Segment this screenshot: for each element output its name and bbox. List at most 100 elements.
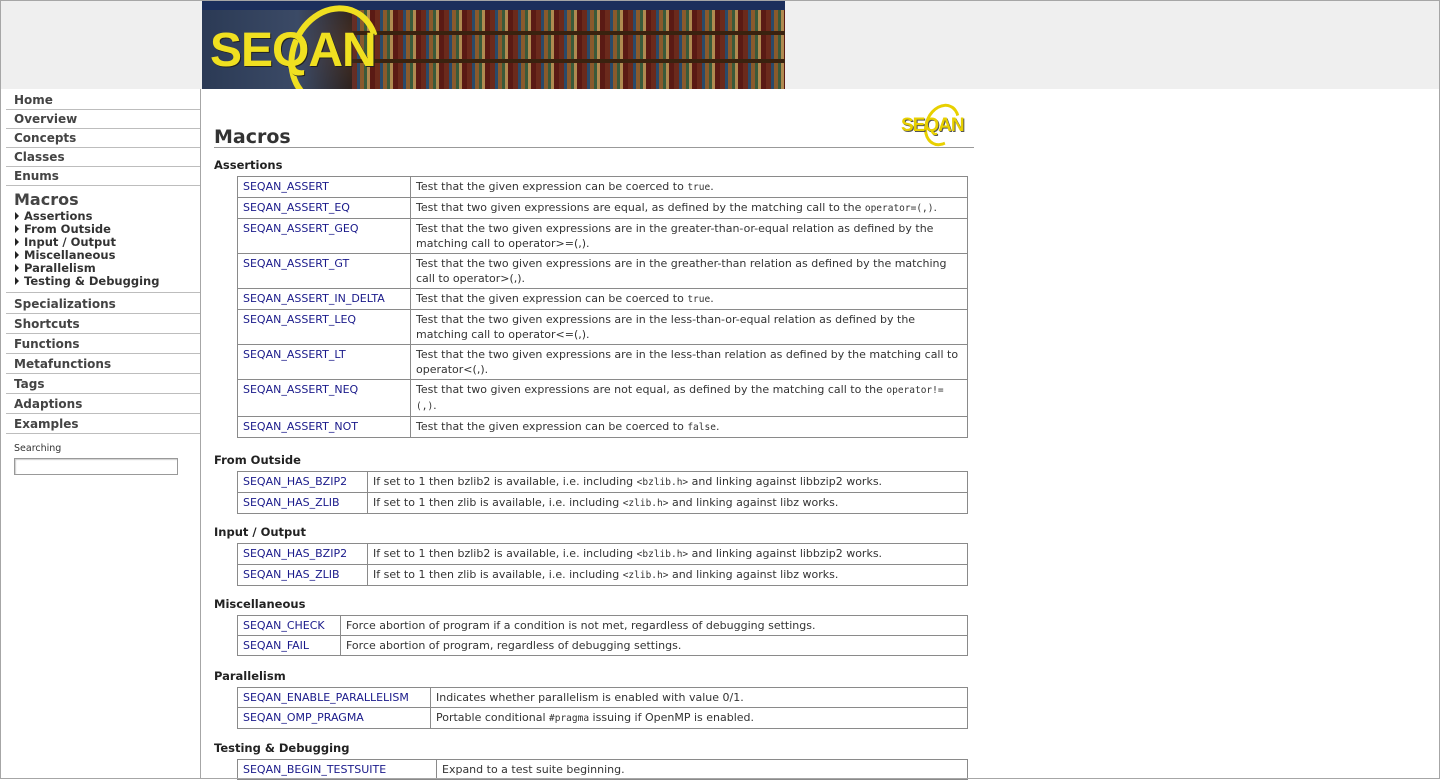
- sidebar-item-adaptions[interactable]: Adaptions: [6, 394, 200, 414]
- bookshelf-image: [352, 10, 785, 89]
- section-title: Input / Output: [214, 525, 306, 539]
- table-row: SEQAN_CHECK Force abortion of program if …: [237, 615, 968, 636]
- sidebar-item-classes[interactable]: Classes: [6, 148, 200, 167]
- sidebar-divider: [200, 89, 201, 779]
- sidebar-item-overview[interactable]: Overview: [6, 110, 200, 129]
- macro-description: Test that two given expressions are not …: [410, 379, 968, 417]
- macro-description: If set to 1 then bzlib2 is available, i.…: [367, 543, 968, 565]
- macro-name-link[interactable]: SEQAN_ASSERT_EQ: [237, 197, 411, 219]
- macro-name-link[interactable]: SEQAN_OMP_PRAGMA: [237, 707, 431, 729]
- sidebar-item-tags[interactable]: Tags: [6, 374, 200, 394]
- macro-description: Indicates whether parallelism is enabled…: [430, 687, 968, 708]
- macro-name-link[interactable]: SEQAN_ASSERT_NOT: [237, 416, 411, 438]
- table-row: SEQAN_ASSERT_EQ Test that two given expre…: [237, 197, 968, 219]
- seqan-corner-logo: SEQAN: [900, 97, 972, 153]
- macro-description: If set to 1 then zlib is available, i.e.…: [367, 564, 968, 586]
- macro-name-link[interactable]: SEQAN_ASSERT_GEQ: [237, 218, 411, 254]
- macro-table: SEQAN_ASSERT Test that the given expressi…: [237, 176, 968, 438]
- macro-name-link[interactable]: SEQAN_HAS_BZIP2: [237, 471, 368, 493]
- table-row: SEQAN_HAS_BZIP2 If set to 1 then bzlib2 i…: [237, 471, 968, 493]
- sub-item-label: Assertions: [24, 209, 93, 223]
- macro-name-link[interactable]: SEQAN_ASSERT: [237, 176, 411, 198]
- macro-table: SEQAN_BEGIN_TESTSUITE Expand to a test su…: [237, 759, 968, 780]
- macro-description: Test that the two given expressions are …: [410, 309, 968, 345]
- macro-name-link[interactable]: SEQAN_FAIL: [237, 635, 341, 656]
- macro-description: Force abortion of program if a condition…: [340, 615, 968, 636]
- macro-description: Test that the given expression can be co…: [410, 288, 968, 310]
- table-row: SEQAN_ASSERT_IN_DELTA Test that the given…: [237, 288, 968, 310]
- macro-description: Test that the two given expressions are …: [410, 344, 968, 380]
- title-divider: [214, 147, 974, 148]
- macro-table: SEQAN_CHECK Force abortion of program if …: [237, 615, 968, 656]
- sub-item-label: Miscellaneous: [24, 248, 116, 262]
- section-title: From Outside: [214, 453, 301, 467]
- triangle-right-icon: [15, 225, 19, 233]
- table-row: SEQAN_HAS_BZIP2 If set to 1 then bzlib2 i…: [237, 543, 968, 565]
- macro-name-link[interactable]: SEQAN_ENABLE_PARALLELISM: [237, 687, 431, 708]
- banner-image: SEQAN: [202, 1, 785, 89]
- section-title: Miscellaneous: [214, 597, 306, 611]
- sidebar-item-enums[interactable]: Enums: [6, 167, 200, 186]
- triangle-right-icon: [15, 277, 19, 285]
- sidebar-sub-item-testing-debugging[interactable]: Testing & Debugging: [15, 275, 200, 288]
- seqan-logo[interactable]: SEQAN: [210, 23, 377, 78]
- triangle-right-icon: [15, 212, 19, 220]
- sidebar-item-concepts[interactable]: Concepts: [6, 129, 200, 148]
- macro-name-link[interactable]: SEQAN_ASSERT_IN_DELTA: [237, 288, 411, 310]
- shelf-divider: [352, 31, 785, 35]
- macro-description: Test that the two given expressions are …: [410, 253, 968, 289]
- banner-stripe: [202, 1, 785, 10]
- sidebar-item-macros-active[interactable]: Macros: [6, 186, 200, 210]
- macro-description: If set to 1 then bzlib2 is available, i.…: [367, 471, 968, 493]
- macro-description: If set to 1 then zlib is available, i.e.…: [367, 492, 968, 514]
- sidebar-item-metafunctions[interactable]: Metafunctions: [6, 354, 200, 374]
- header-bar: SEQAN: [1, 1, 1439, 89]
- table-row: SEQAN_BEGIN_TESTSUITE Expand to a test su…: [237, 759, 968, 780]
- table-row: SEQAN_FAIL Force abortion of program, reg…: [237, 635, 968, 656]
- page-title: Macros: [214, 126, 291, 148]
- corner-logo-text: SEQAN: [901, 115, 965, 136]
- macro-description: Test that the given expression can be co…: [410, 416, 968, 438]
- macro-name-link[interactable]: SEQAN_HAS_ZLIB: [237, 564, 368, 586]
- macro-table: SEQAN_HAS_BZIP2 If set to 1 then bzlib2 i…: [237, 471, 968, 514]
- shelf-divider: [352, 59, 785, 63]
- macro-name-link[interactable]: SEQAN_HAS_BZIP2: [237, 543, 368, 565]
- section-title: Assertions: [214, 158, 283, 172]
- sidebar-item-home[interactable]: Home: [6, 90, 200, 110]
- macro-description: Test that the given expression can be co…: [410, 176, 968, 198]
- triangle-right-icon: [15, 251, 19, 259]
- sub-item-label: Input / Output: [24, 235, 116, 249]
- triangle-right-icon: [15, 238, 19, 246]
- macro-description: Portable conditional #pragma issuing if …: [430, 707, 968, 729]
- macro-name-link[interactable]: SEQAN_ASSERT_NEQ: [237, 379, 411, 417]
- sidebar-item-functions[interactable]: Functions: [6, 334, 200, 354]
- table-row: SEQAN_ASSERT_LT Test that the two given e…: [237, 344, 968, 380]
- search-input[interactable]: [14, 458, 178, 475]
- sub-item-label: Testing & Debugging: [24, 274, 160, 288]
- search-label: Searching: [14, 443, 62, 454]
- table-row: SEQAN_ASSERT Test that the given expressi…: [237, 176, 968, 198]
- table-row: SEQAN_ENABLE_PARALLELISM Indicates whethe…: [237, 687, 968, 708]
- macro-table: SEQAN_HAS_BZIP2 If set to 1 then bzlib2 i…: [237, 543, 968, 586]
- macro-name-link[interactable]: SEQAN_ASSERT_GT: [237, 253, 411, 289]
- macro-description: Expand to a test suite beginning.: [436, 759, 968, 780]
- sidebar-sub-list: Assertions From Outside Input / Output M…: [6, 210, 200, 293]
- table-row: SEQAN_ASSERT_LEQ Test that the two given …: [237, 309, 968, 345]
- macro-name-link[interactable]: SEQAN_BEGIN_TESTSUITE: [237, 759, 437, 780]
- table-row: SEQAN_ASSERT_NEQ Test that two given expr…: [237, 379, 968, 417]
- sidebar-item-shortcuts[interactable]: Shortcuts: [6, 314, 200, 334]
- sub-item-label: Parallelism: [24, 261, 96, 275]
- table-row: SEQAN_ASSERT_GT Test that the two given e…: [237, 253, 968, 289]
- macro-name-link[interactable]: SEQAN_CHECK: [237, 615, 341, 636]
- sidebar-item-specializations[interactable]: Specializations: [6, 293, 200, 314]
- sub-item-label: From Outside: [24, 222, 111, 236]
- triangle-right-icon: [15, 264, 19, 272]
- section-title: Parallelism: [214, 669, 286, 683]
- table-row: SEQAN_HAS_ZLIB If set to 1 then zlib is a…: [237, 492, 968, 514]
- macro-description: Test that two given expressions are equa…: [410, 197, 968, 219]
- macro-name-link[interactable]: SEQAN_ASSERT_LEQ: [237, 309, 411, 345]
- macro-name-link[interactable]: SEQAN_ASSERT_LT: [237, 344, 411, 380]
- macro-name-link[interactable]: SEQAN_HAS_ZLIB: [237, 492, 368, 514]
- table-row: SEQAN_ASSERT_GEQ Test that the two given …: [237, 218, 968, 254]
- sidebar-item-examples[interactable]: Examples: [6, 414, 200, 434]
